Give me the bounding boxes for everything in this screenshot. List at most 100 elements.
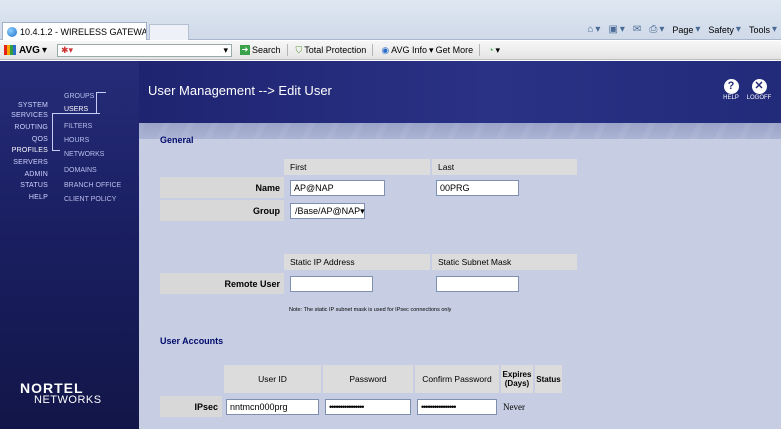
name-label: Name — [255, 183, 280, 193]
static-ip-header: Static IP Address — [284, 254, 430, 270]
go-arrow-icon: ➜ — [239, 45, 250, 55]
chevron-down-icon: ▾ — [41, 44, 47, 56]
page-header: User Management --> Edit User ? HELP ✕ L… — [139, 61, 781, 139]
edit-user-form: General First Last Name AP@NAP 00PRG Gro… — [139, 135, 781, 429]
browser-tab[interactable]: 10.4.1.2 - WIRELESS GATEWAY 7250 — [2, 22, 147, 40]
feeds-button[interactable]: ▣ ▾ — [608, 24, 624, 35]
static-mask-header: Static Subnet Mask — [432, 254, 577, 270]
close-icon: ✕ — [751, 79, 767, 94]
chevron-down-icon: ▾ — [495, 44, 501, 55]
nav-help[interactable]: HELP — [0, 194, 48, 201]
chevron-down-icon: ▾ — [695, 24, 701, 35]
ipsec-user-id-input[interactable]: nntmcn000prg — [226, 399, 319, 415]
subnav-hours[interactable]: HOURS — [64, 137, 89, 144]
group-select[interactable]: /Base/AP@NAP ▾ — [290, 203, 365, 219]
sidebar-nav: SYSTEM SERVICES ROUTING QOS PROFILES SER… — [0, 61, 139, 429]
static-mask-input[interactable] — [436, 276, 519, 292]
col-password-header: Password — [323, 365, 413, 393]
toolbar-divider — [479, 44, 481, 56]
nav-admin[interactable]: ADMIN — [0, 171, 48, 178]
nav-qos[interactable]: QOS — [0, 136, 48, 143]
total-protection-button[interactable]: ⛉ Total Protection — [296, 45, 367, 56]
col-confirm-password-header: Confirm Password — [415, 365, 499, 393]
chevron-down-icon: ▾ — [360, 205, 365, 216]
nav-services[interactable]: SERVICES — [0, 112, 48, 119]
print-button[interactable]: ⎙ ▾ — [649, 24, 664, 35]
mail-button[interactable]: ✉ — [633, 24, 641, 35]
subnav-client-policy[interactable]: CLIENT POLICY — [64, 196, 116, 203]
chevron-down-icon: ▾ — [659, 24, 665, 35]
info-icon: ◉ — [381, 44, 390, 55]
ie-command-bar: ⌂ ▾ ▣ ▾ ✉ ⎙ ▾ Page ▾ Safety ▾ Tools ▾ — [587, 24, 777, 35]
remote-user-label: Remote User — [224, 279, 280, 289]
ipsec-password-input[interactable]: •••••••••••••••• — [325, 399, 411, 415]
home-button[interactable]: ⌂ ▾ — [587, 24, 600, 35]
nav-bracket — [60, 113, 100, 114]
toolbar-divider — [372, 44, 374, 56]
group-selected-value: /Base/AP@NAP — [295, 206, 361, 216]
shield-icon: ⛉ — [295, 44, 303, 55]
first-name-input[interactable]: AP@NAP — [290, 180, 385, 196]
col-first-header: First — [284, 159, 430, 175]
ie-page-icon — [7, 26, 17, 37]
subnav-branch-office[interactable]: BRANCH OFFICE — [64, 182, 121, 189]
safety-menu[interactable]: Safety ▾ — [708, 24, 741, 35]
tools-menu[interactable]: Tools ▾ — [749, 24, 777, 35]
chevron-down-icon: ▾ — [595, 24, 601, 35]
static-ip-input[interactable] — [290, 276, 373, 292]
nav-bracket — [96, 92, 97, 113]
avg-info-button[interactable]: ◉ AVG Info ▾ Get More — [381, 45, 473, 56]
subnav-users[interactable]: USERS — [64, 106, 88, 113]
help-icon: ? — [723, 79, 739, 94]
col-user-id-header: User ID — [224, 365, 321, 393]
avg-extra-button[interactable]: ◔ ▾ — [488, 45, 500, 56]
chevron-down-icon: ▾ — [735, 24, 741, 35]
last-name-input[interactable]: 00PRG — [436, 180, 519, 196]
section-user-accounts-title: User Accounts — [160, 336, 224, 346]
print-icon: ⎙ — [649, 24, 658, 35]
nav-bracket — [52, 113, 60, 151]
page-menu[interactable]: Page ▾ — [672, 24, 700, 35]
col-status-header: Status — [535, 365, 562, 393]
nortel-logo: NORTEL NETWORKS — [20, 380, 102, 406]
help-button[interactable]: ? HELP — [717, 79, 745, 101]
browser-tab-bar: 10.4.1.2 - WIRELESS GATEWAY 7250 ⌂▾ ▣▾ ✉… — [0, 0, 781, 40]
ipsec-confirm-password-input[interactable]: •••••••••••••••• — [417, 399, 497, 415]
nav-profiles[interactable]: PROFILES — [0, 147, 48, 154]
nav-servers[interactable]: SERVERS — [0, 159, 48, 166]
col-expires-header: Expires (Days) — [501, 365, 533, 393]
home-icon: ⌂ — [587, 24, 594, 35]
avg-search-input[interactable]: ✱▾ ▾ — [56, 43, 232, 57]
section-general-title: General — [160, 135, 194, 145]
chevron-down-icon: ▾ — [619, 24, 625, 35]
avg-swirl-icon: ◔ — [488, 45, 494, 55]
chevron-down-icon: ▾ — [429, 44, 434, 55]
new-tab-button[interactable] — [149, 24, 189, 40]
header-stripe — [139, 123, 781, 139]
group-label: Group — [253, 206, 280, 216]
col-last-header: Last — [432, 159, 577, 175]
nav-system[interactable]: SYSTEM — [0, 102, 48, 109]
subnav-filters[interactable]: FILTERS — [64, 123, 92, 130]
page-title: User Management --> Edit User — [148, 83, 332, 98]
logoff-button[interactable]: ✕ LOGOFF — [745, 79, 773, 101]
chevron-down-icon: ▾ — [223, 44, 228, 55]
ipsec-expires-value: Never — [503, 402, 525, 412]
static-mask-note: Note: The static IP subnet mask is used … — [289, 307, 452, 313]
avg-toolbar: AVG ▾ ✱▾ ▾ ➜ Search ⛉ Total Protection ◉… — [0, 41, 781, 60]
nav-routing[interactable]: ROUTING — [0, 124, 48, 131]
subnav-networks[interactable]: NETWORKS — [64, 151, 104, 158]
logo-line2: NETWORKS — [34, 394, 102, 406]
avg-search-engine-icon: ✱▾ — [60, 44, 74, 55]
mail-icon: ✉ — [632, 24, 642, 35]
avg-logo-icon — [4, 45, 16, 55]
avg-search-button[interactable]: ➜ Search — [239, 45, 281, 55]
tab-title: 10.4.1.2 - WIRELESS GATEWAY 7250 — [20, 26, 147, 37]
avg-menu[interactable]: AVG ▾ — [4, 45, 47, 56]
subnav-domains[interactable]: DOMAINS — [64, 167, 97, 174]
subnav-groups[interactable]: GROUPS — [64, 93, 94, 100]
toolbar-divider — [286, 44, 288, 56]
nav-status[interactable]: STATUS — [0, 182, 48, 189]
chevron-down-icon: ▾ — [771, 24, 777, 35]
feed-icon: ▣ — [608, 24, 618, 35]
